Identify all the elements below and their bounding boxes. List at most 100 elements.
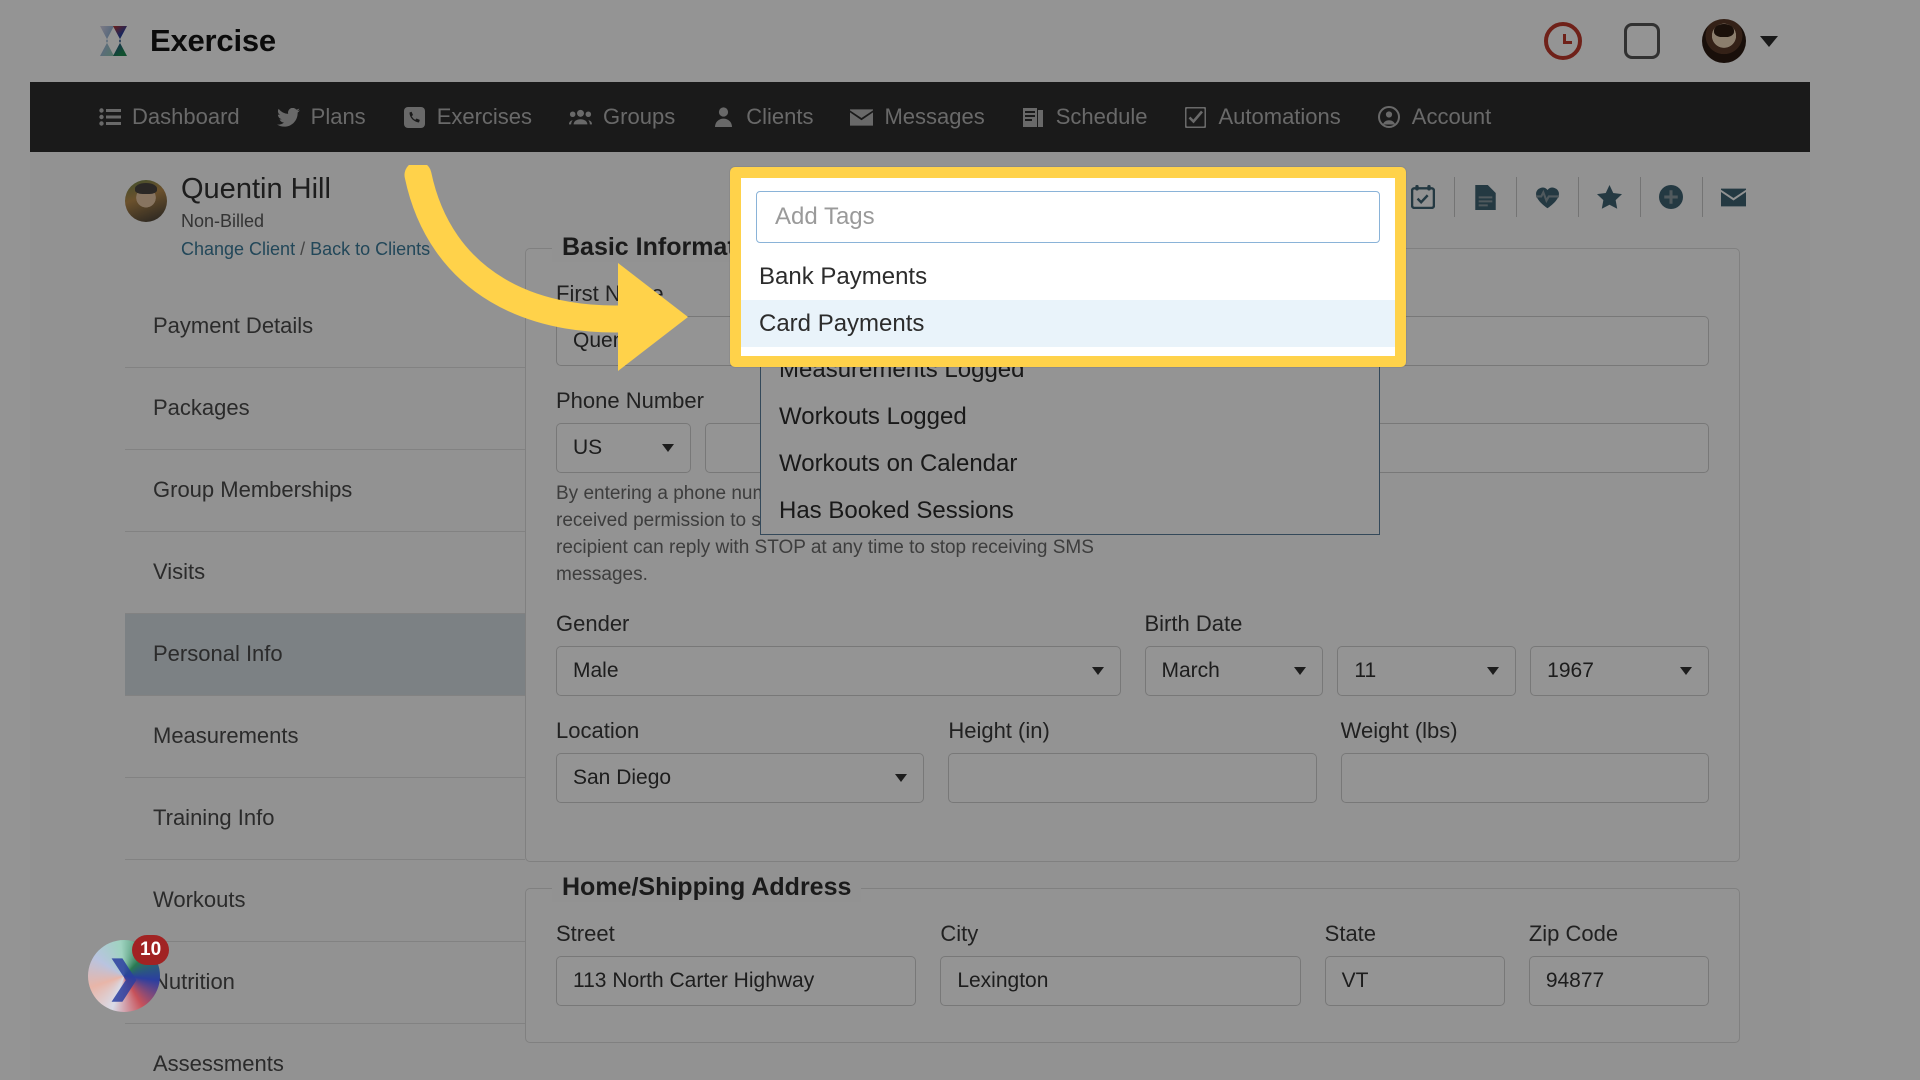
brand[interactable]: Exercise xyxy=(98,22,276,60)
nav-label: Dashboard xyxy=(132,104,240,129)
document-icon[interactable] xyxy=(1455,177,1517,217)
nav-label: Plans xyxy=(310,104,366,129)
address-row: Street 113 North Carter Highway City Lex… xyxy=(556,921,1709,1006)
gender-birth-row: Gender Male Birth Date March 11 1967 xyxy=(556,611,1709,696)
sidebar-item-group-memberships[interactable]: Group Memberships xyxy=(125,450,525,532)
chat-unread-badge: 10 xyxy=(132,935,170,965)
phone-icon xyxy=(403,106,426,129)
tags-highlight-callout: Add Tags Bank Payments Card Payments xyxy=(730,167,1406,367)
nav-item-schedule[interactable]: Schedule xyxy=(1022,104,1148,130)
birth-date-group: Birth Date March 11 1967 xyxy=(1144,611,1710,696)
birth-year-select[interactable]: 1967 xyxy=(1530,645,1709,696)
add-tags-input[interactable]: Add Tags xyxy=(756,191,1380,243)
nav-label: Account xyxy=(1411,104,1492,129)
client-header: Quentin Hill Non-Billed Change Client / … xyxy=(125,173,500,260)
nav-item-plans[interactable]: Plans xyxy=(276,104,366,130)
sidebar-item-label: Nutrition xyxy=(153,969,235,995)
application-layer: Exercise Dashboard Plans Exercises Group… xyxy=(0,0,1920,1080)
birth-month-value: March xyxy=(1161,658,1220,682)
sidebar-item-label: Assessments xyxy=(153,1051,284,1077)
chevron-down-icon xyxy=(1679,666,1692,675)
state-input[interactable]: VT xyxy=(1324,955,1505,1006)
nav-label: Exercises xyxy=(436,104,533,129)
state-label: State xyxy=(1324,920,1377,946)
sidebar-item-payment-details[interactable]: Payment Details xyxy=(125,286,525,368)
birth-month-select[interactable]: March xyxy=(1144,645,1324,696)
tag-option-has-booked-sessions[interactable]: Has Booked Sessions xyxy=(761,487,1379,534)
sidebar-item-nutrition[interactable]: Nutrition xyxy=(125,942,525,1024)
highlight-option-card-payments[interactable]: Card Payments xyxy=(741,300,1395,347)
nav-item-account[interactable]: Account xyxy=(1378,104,1492,130)
envelope-icon[interactable] xyxy=(1703,177,1765,217)
main-navigation: Dashboard Plans Exercises Groups Clients… xyxy=(30,82,1810,152)
chevron-down-icon xyxy=(1487,666,1500,675)
chevron-down-icon xyxy=(662,444,674,452)
nav-item-exercises[interactable]: Exercises xyxy=(403,104,532,130)
heartbeat-icon[interactable] xyxy=(1517,177,1579,217)
envelope-icon xyxy=(850,106,874,129)
height-input[interactable] xyxy=(948,752,1317,803)
nav-label: Messages xyxy=(884,104,985,129)
top-bar: Exercise xyxy=(30,0,1810,82)
sidebar-item-measurements[interactable]: Measurements xyxy=(125,696,525,778)
sidebar-item-label: Packages xyxy=(153,395,250,421)
nav-label: Automations xyxy=(1218,104,1341,129)
nav-label: Schedule xyxy=(1055,104,1148,129)
location-group: Location San Diego xyxy=(556,718,925,803)
account-menu[interactable] xyxy=(1702,19,1778,63)
street-input[interactable]: 113 North Carter Highway xyxy=(556,955,917,1006)
nav-item-dashboard[interactable]: Dashboard xyxy=(98,104,240,130)
nav-item-groups[interactable]: Groups xyxy=(569,104,675,130)
top-bar-actions xyxy=(1544,19,1778,63)
tag-option-workouts-logged[interactable]: Workouts Logged xyxy=(761,393,1379,440)
back-to-clients-link[interactable]: Back to Clients xyxy=(310,239,430,259)
sidebar-item-label: Measurements xyxy=(153,723,299,749)
client-avatar xyxy=(125,180,167,222)
clock-icon[interactable] xyxy=(1544,22,1582,60)
height-label: Height (in) xyxy=(948,717,1050,743)
height-group: Height (in) xyxy=(948,717,1317,803)
callout-inner: Add Tags Bank Payments Card Payments xyxy=(741,178,1395,347)
weight-group: Weight (lbs) xyxy=(1340,718,1709,803)
user-avatar xyxy=(1702,19,1746,63)
sidebar-item-visits[interactable]: Visits xyxy=(125,532,525,614)
star-icon[interactable] xyxy=(1579,177,1641,217)
tag-option-workouts-on-calendar[interactable]: Workouts on Calendar xyxy=(761,440,1379,487)
chevron-down-icon xyxy=(1294,666,1307,675)
birth-year-value: 1967 xyxy=(1547,658,1594,682)
sidebar-item-packages[interactable]: Packages xyxy=(125,368,525,450)
app-root: Exercise Dashboard Plans Exercises Group… xyxy=(0,0,1920,1080)
brand-title: Exercise xyxy=(150,23,276,58)
gender-value: Male xyxy=(573,658,619,682)
change-client-link[interactable]: Change Client xyxy=(181,239,295,259)
chevron-down-icon xyxy=(895,773,908,782)
chevron-down-icon xyxy=(1091,666,1104,675)
check-square-icon xyxy=(1184,106,1207,129)
plus-circle-icon[interactable] xyxy=(1641,177,1703,217)
nav-item-automations[interactable]: Automations xyxy=(1184,104,1341,130)
location-select[interactable]: San Diego xyxy=(556,752,925,803)
sidebar-item-label: Training Info xyxy=(153,805,275,831)
birth-day-select[interactable]: 11 xyxy=(1337,645,1517,696)
phone-country-select[interactable]: US xyxy=(556,423,691,473)
sidebar-item-assessments[interactable]: Assessments xyxy=(125,1024,525,1080)
sidebar-item-workouts[interactable]: Workouts xyxy=(125,860,525,942)
highlight-option-bank-payments[interactable]: Bank Payments xyxy=(756,253,1380,300)
gender-select[interactable]: Male xyxy=(556,645,1121,696)
weight-input[interactable] xyxy=(1340,752,1709,803)
nav-item-clients[interactable]: Clients xyxy=(712,104,813,130)
panel-title-address: Home/Shipping Address xyxy=(552,872,862,902)
sidebar-item-training-info[interactable]: Training Info xyxy=(125,778,525,860)
zip-input[interactable]: 94877 xyxy=(1528,955,1709,1006)
phone-country-value: US xyxy=(573,436,603,459)
sidebar-item-personal-info[interactable]: Personal Info xyxy=(125,613,525,696)
sidebar-item-label: Payment Details xyxy=(153,313,314,339)
bird-icon xyxy=(276,106,300,129)
client-status: Non-Billed xyxy=(181,210,265,231)
city-input[interactable]: Lexington xyxy=(940,955,1301,1006)
square-icon[interactable] xyxy=(1624,23,1660,59)
nav-item-messages[interactable]: Messages xyxy=(850,104,985,130)
zip-group: Zip Code 94877 xyxy=(1528,921,1709,1006)
user-circle-icon xyxy=(1378,106,1401,129)
birth-day-value: 11 xyxy=(1354,658,1377,682)
